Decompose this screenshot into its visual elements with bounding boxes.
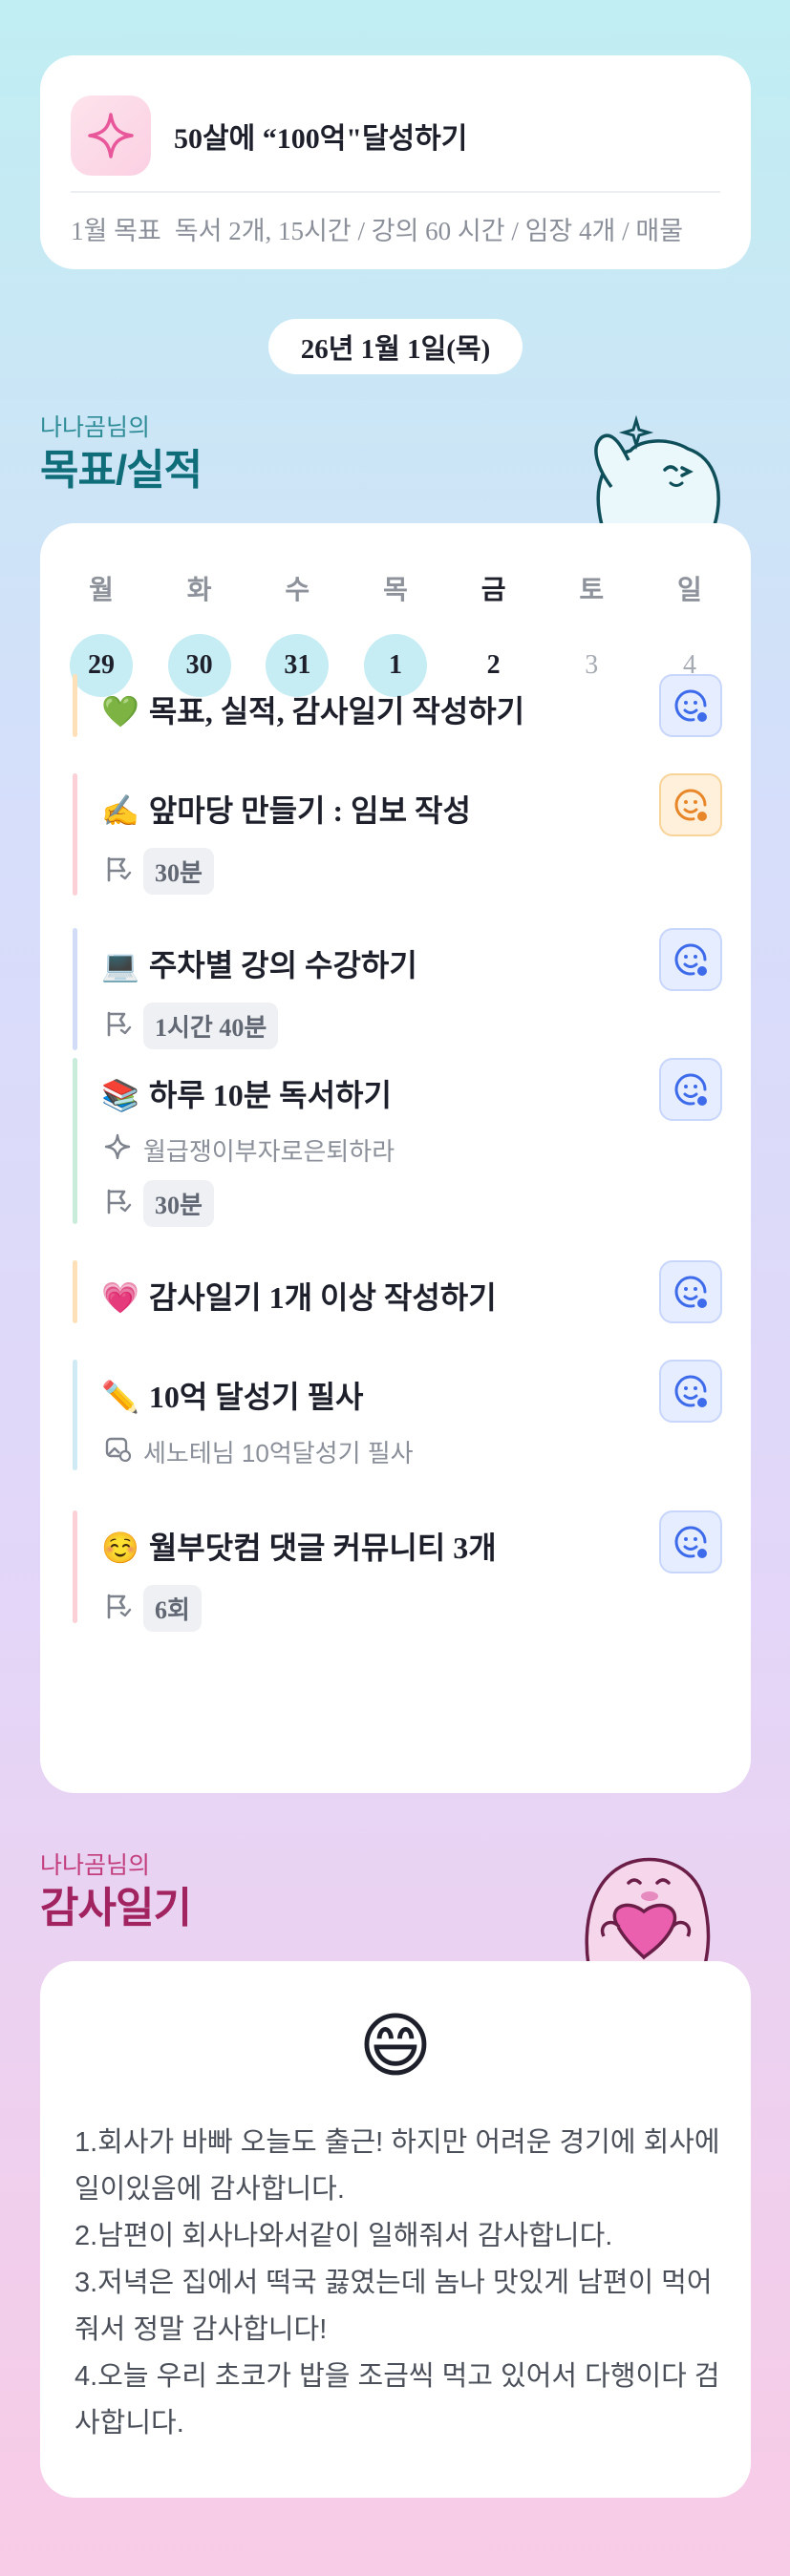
task-note-text: 월급쟁이부자로은퇴하라 — [143, 1137, 395, 1166]
task-emoji-icon: 💚 — [101, 693, 139, 729]
day-name: 수 — [285, 575, 310, 604]
day-name: 금 — [480, 575, 506, 604]
task-color-bar — [73, 1260, 77, 1323]
status-face-button[interactable] — [659, 1260, 722, 1323]
task-duration: 1시간 40분 — [103, 1003, 279, 1049]
status-face-button[interactable] — [659, 674, 722, 737]
goal-summary: 1월 목표 독서 2개, 15시간 / 강의 60 시간 / 임장 4개 / 매… — [71, 210, 683, 247]
flag-icon — [103, 855, 132, 888]
task-title: 📚 하루 10분 독서하기 — [101, 1071, 392, 1115]
task-color-bar — [73, 1510, 77, 1623]
task-color-bar — [73, 928, 77, 1050]
task-item[interactable]: ✍️ 앞마당 만들기 : 임보 작성 30분 — [73, 773, 722, 896]
grinning-face-icon: 😄 — [358, 2006, 433, 2085]
task-duration: 6회 — [103, 1585, 202, 1632]
task-color-bar — [73, 674, 77, 737]
duration-chip: 30분 — [143, 1180, 214, 1227]
task-duration: 30분 — [103, 848, 214, 895]
task-item[interactable]: ✏️ 10억 달성기 필사세노테님 10억달성기 필사 — [73, 1360, 722, 1470]
task-title-text: 감사일기 1개 이상 작성하기 — [148, 1280, 497, 1315]
duration-chip: 1시간 40분 — [143, 1003, 279, 1049]
status-face-button[interactable] — [659, 1058, 722, 1121]
task-emoji-icon: 💗 — [101, 1279, 139, 1316]
task-emoji-icon: ☺️ — [101, 1530, 139, 1566]
bear-mascot-icon — [573, 401, 726, 530]
day-name: 토 — [579, 575, 605, 604]
day-name: 목 — [383, 575, 408, 604]
task-item[interactable]: 💚 목표, 실적, 감사일기 작성하기 — [73, 674, 722, 737]
gratitude-line: 1.회사가 바빠 오늘도 출근! 하지만 어려운 경기에 회사에 일이있음에 감… — [75, 2127, 728, 2205]
gratitude-line: 4.오늘 우리 초코가 밥을 조금씩 먹고 있어서 다행이다 검사합니다. — [75, 2361, 720, 2439]
flag-icon — [103, 1009, 132, 1043]
smile-face-icon — [674, 1073, 707, 1106]
task-color-bar — [73, 1360, 77, 1470]
sparkle-icon — [103, 1132, 132, 1168]
day-name: 화 — [186, 575, 212, 604]
smile-face-icon — [674, 689, 707, 722]
task-title-text: 10억 달성기 필사 — [148, 1380, 364, 1414]
task-emoji-icon: ✍️ — [101, 792, 139, 829]
smile-face-icon — [674, 789, 707, 821]
goal-summary-text: 독서 2개, 15시간 / 강의 60 시간 / 임장 4개 / 매물 — [174, 217, 684, 245]
gratitude-line: 3.저녁은 집에서 떡국 끓였는데 놈나 맛있게 남편이 먹어줘서 정말 감사합… — [75, 2268, 713, 2345]
task-title-text: 하루 10분 독서하기 — [148, 1078, 392, 1112]
task-note: 월급쟁이부자로은퇴하라 — [103, 1132, 395, 1168]
task-item[interactable]: 💻 주차별 강의 수강하기 1시간 40분 — [73, 928, 722, 1050]
goal-title: 50살에 “100억"달성하기 — [174, 123, 468, 155]
day-name: 일 — [677, 575, 702, 604]
flag-icon — [103, 1187, 132, 1220]
task-item[interactable]: 💗 감사일기 1개 이상 작성하기 — [73, 1260, 722, 1323]
goals-card: 월 29 화 30 수 31 목 1 금 2 토 3 일 4 💚 목표, 실적, 감사일기 작성하기 ✍️ 앞마… — [40, 523, 751, 1793]
smile-face-icon — [674, 1276, 707, 1308]
status-face-button[interactable] — [659, 773, 722, 836]
status-face-button[interactable] — [659, 928, 722, 991]
task-item[interactable]: 📚 하루 10분 독서하기월급쟁이부자로은퇴하라 30분 — [73, 1058, 722, 1227]
divider — [71, 191, 720, 193]
task-title: 💻 주차별 강의 수강하기 — [101, 941, 417, 985]
gratitude-card: 😄 1.회사가 바빠 오늘도 출근! 하지만 어려운 경기에 회사에 일이있음에… — [40, 1961, 751, 2498]
image-icon — [103, 1434, 132, 1469]
flag-icon — [103, 1592, 132, 1625]
task-color-bar — [73, 773, 77, 896]
gratitude-line: 2.남편이 회사나와서같이 일해줘서 감사합니다. — [75, 2221, 613, 2251]
duration-chip: 6회 — [143, 1585, 202, 1632]
gratitude-text: 1.회사가 바빠 오늘도 출근! 하지만 어려운 경기에 회사에 일이있음에 감… — [75, 2120, 720, 2447]
duration-chip: 30분 — [143, 848, 214, 895]
task-title-text: 주차별 강의 수강하기 — [148, 948, 417, 982]
task-title: ✍️ 앞마당 만들기 : 임보 작성 — [101, 787, 471, 831]
smile-face-icon — [674, 1526, 707, 1558]
task-emoji-icon: 💻 — [101, 947, 139, 983]
status-face-button[interactable] — [659, 1360, 722, 1423]
heart-bear-mascot-icon — [569, 1841, 722, 1970]
sparkle-icon — [71, 95, 151, 176]
task-item[interactable]: ☺️ 월부닷컴 댓글 커뮤니티 3개 6회 — [73, 1510, 722, 1632]
task-title-text: 월부닷컴 댓글 커뮤니티 3개 — [148, 1531, 497, 1565]
task-emoji-icon: 📚 — [101, 1077, 139, 1113]
task-title: 💚 목표, 실적, 감사일기 작성하기 — [101, 687, 524, 731]
task-title: 💗 감사일기 1개 이상 작성하기 — [101, 1274, 497, 1318]
task-note: 세노테님 10억달성기 필사 — [103, 1434, 414, 1469]
task-title: ✏️ 10억 달성기 필사 — [101, 1373, 363, 1417]
goal-month-label: 1월 목표 — [71, 217, 161, 245]
task-title-text: 목표, 실적, 감사일기 작성하기 — [148, 694, 525, 728]
task-title: ☺️ 월부닷컴 댓글 커뮤니티 3개 — [101, 1524, 497, 1568]
date-pill[interactable]: 26년 1월 1일(목) — [268, 319, 523, 374]
goal-card[interactable]: 50살에 “100억"달성하기 1월 목표 독서 2개, 15시간 / 강의 6… — [40, 55, 751, 269]
goals-section-title: 목표/실적 — [40, 447, 203, 494]
task-title-text: 앞마당 만들기 : 임보 작성 — [148, 793, 471, 828]
task-duration: 30분 — [103, 1180, 214, 1227]
smile-face-icon — [674, 1375, 707, 1407]
task-emoji-icon: ✏️ — [101, 1379, 139, 1415]
smile-face-icon — [674, 943, 707, 976]
gratitude-section-title: 감사일기 — [40, 1885, 192, 1932]
task-note-text: 세노테님 10억달성기 필사 — [143, 1439, 414, 1467]
status-face-button[interactable] — [659, 1510, 722, 1573]
day-name: 월 — [89, 575, 114, 604]
task-color-bar — [73, 1058, 77, 1224]
